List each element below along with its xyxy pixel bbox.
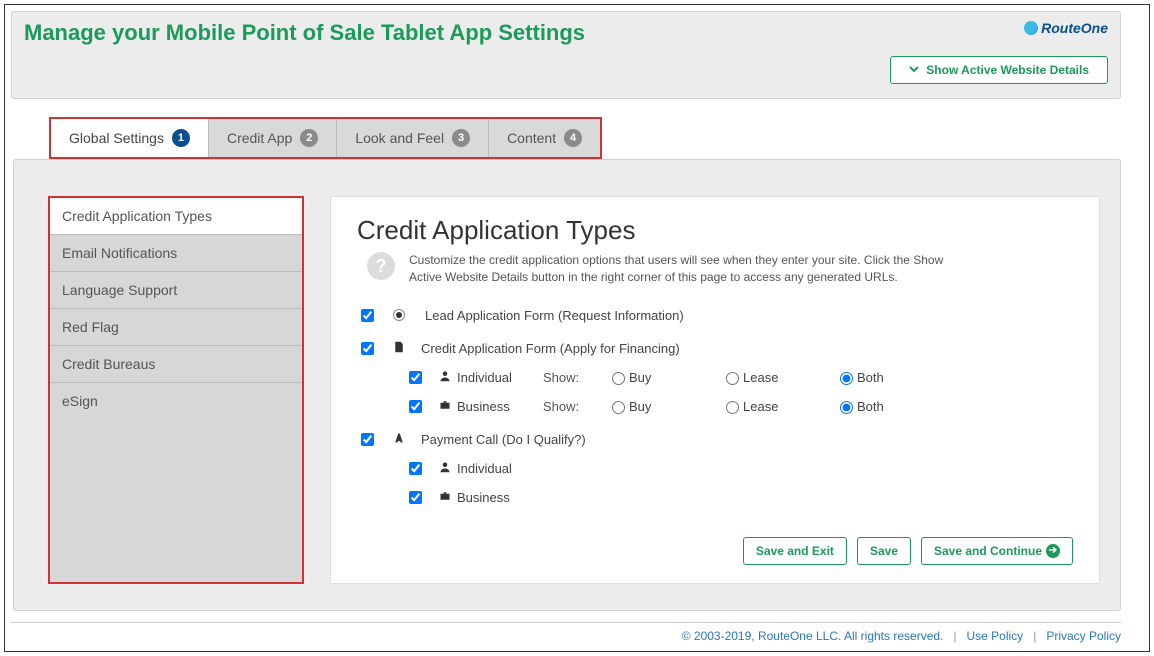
footer-privacy-policy-link[interactable]: Privacy Policy: [1046, 629, 1121, 643]
payment-call-checkbox[interactable]: [361, 433, 374, 446]
sidebar-item-language[interactable]: Language Support: [50, 272, 302, 309]
briefcase-icon: [439, 399, 451, 414]
footer-use-policy-link[interactable]: Use Policy: [967, 629, 1024, 643]
content-heading: Credit Application Types: [357, 215, 1073, 246]
tab-content[interactable]: Content 4: [489, 119, 600, 157]
tab-badge: 1: [172, 129, 190, 147]
tab-badge: 4: [564, 129, 582, 147]
credit-form-checkbox[interactable]: [361, 342, 374, 355]
document-icon: [393, 341, 405, 356]
briefcase-icon: [439, 490, 451, 505]
arrow-right-icon: ➔: [1046, 544, 1060, 558]
save-continue-button[interactable]: Save and Continue ➔: [921, 537, 1073, 565]
footer: © 2003-2019, RouteOne LLC. All rights re…: [11, 622, 1121, 643]
show-label: Show:: [543, 370, 593, 385]
individual-buy-radio[interactable]: [612, 372, 625, 385]
show-active-details-button[interactable]: Show Active Website Details: [890, 56, 1108, 84]
lead-form-label: Lead Application Form (Request Informati…: [425, 308, 684, 323]
sidebar-item-esign[interactable]: eSign: [50, 383, 302, 419]
tab-label: Look and Feel: [355, 130, 444, 146]
tab-label: Credit App: [227, 130, 292, 146]
tab-label: Global Settings: [69, 130, 164, 146]
road-icon: [393, 432, 405, 447]
page-title: Manage your Mobile Point of Sale Tablet …: [24, 20, 585, 46]
business-label: Business: [457, 399, 510, 414]
sidebar-item-email[interactable]: Email Notifications: [50, 235, 302, 272]
chevron-down-icon: [909, 63, 919, 77]
tab-badge: 2: [300, 129, 318, 147]
footer-copyright: © 2003-2019, RouteOne LLC. All rights re…: [682, 629, 944, 643]
tab-badge: 3: [452, 129, 470, 147]
individual-label: Individual: [457, 370, 512, 385]
main-panel: Credit Application Types Email Notificat…: [13, 159, 1121, 611]
target-icon: [393, 309, 405, 321]
business-lease-radio[interactable]: [726, 401, 739, 414]
business-both-radio[interactable]: [840, 401, 853, 414]
pc-business-label: Business: [457, 490, 510, 505]
show-label: Show:: [543, 399, 593, 414]
individual-both-radio[interactable]: [840, 372, 853, 385]
pc-individual-checkbox[interactable]: [409, 462, 422, 475]
person-icon: [439, 370, 451, 385]
person-icon: [439, 461, 451, 476]
business-buy-radio[interactable]: [612, 401, 625, 414]
pc-individual-label: Individual: [457, 461, 512, 476]
payment-call-label: Payment Call (Do I Qualify?): [421, 432, 586, 447]
header-bar: Manage your Mobile Point of Sale Tablet …: [11, 11, 1121, 99]
individual-lease-radio[interactable]: [726, 372, 739, 385]
tab-label: Content: [507, 130, 556, 146]
tab-global-settings[interactable]: Global Settings 1: [51, 119, 209, 157]
lead-form-checkbox[interactable]: [361, 309, 374, 322]
sidebar-item-red-flag[interactable]: Red Flag: [50, 309, 302, 346]
tab-credit-app[interactable]: Credit App 2: [209, 119, 337, 157]
brand-text: RouteOne: [1041, 20, 1108, 36]
business-checkbox[interactable]: [409, 400, 422, 413]
content-card: Credit Application Types ? Customize the…: [330, 196, 1100, 584]
credit-form-label: Credit Application Form (Apply for Finan…: [421, 341, 680, 356]
brand-logo: RouteOne: [1024, 20, 1108, 36]
sidebar-item-credit-app-types[interactable]: Credit Application Types: [50, 198, 302, 235]
show-active-details-label: Show Active Website Details: [926, 63, 1089, 77]
help-icon: ?: [367, 252, 395, 280]
pc-business-checkbox[interactable]: [409, 491, 422, 504]
save-button[interactable]: Save: [857, 537, 911, 565]
tab-look-and-feel[interactable]: Look and Feel 3: [337, 119, 489, 157]
sidebar: Credit Application Types Email Notificat…: [48, 196, 304, 584]
save-exit-button[interactable]: Save and Exit: [743, 537, 847, 565]
globe-icon: [1024, 21, 1038, 35]
tab-bar: Global Settings 1 Credit App 2 Look and …: [49, 117, 602, 159]
sidebar-item-credit-bureaus[interactable]: Credit Bureaus: [50, 346, 302, 383]
individual-checkbox[interactable]: [409, 371, 422, 384]
content-description: Customize the credit application options…: [409, 252, 969, 286]
